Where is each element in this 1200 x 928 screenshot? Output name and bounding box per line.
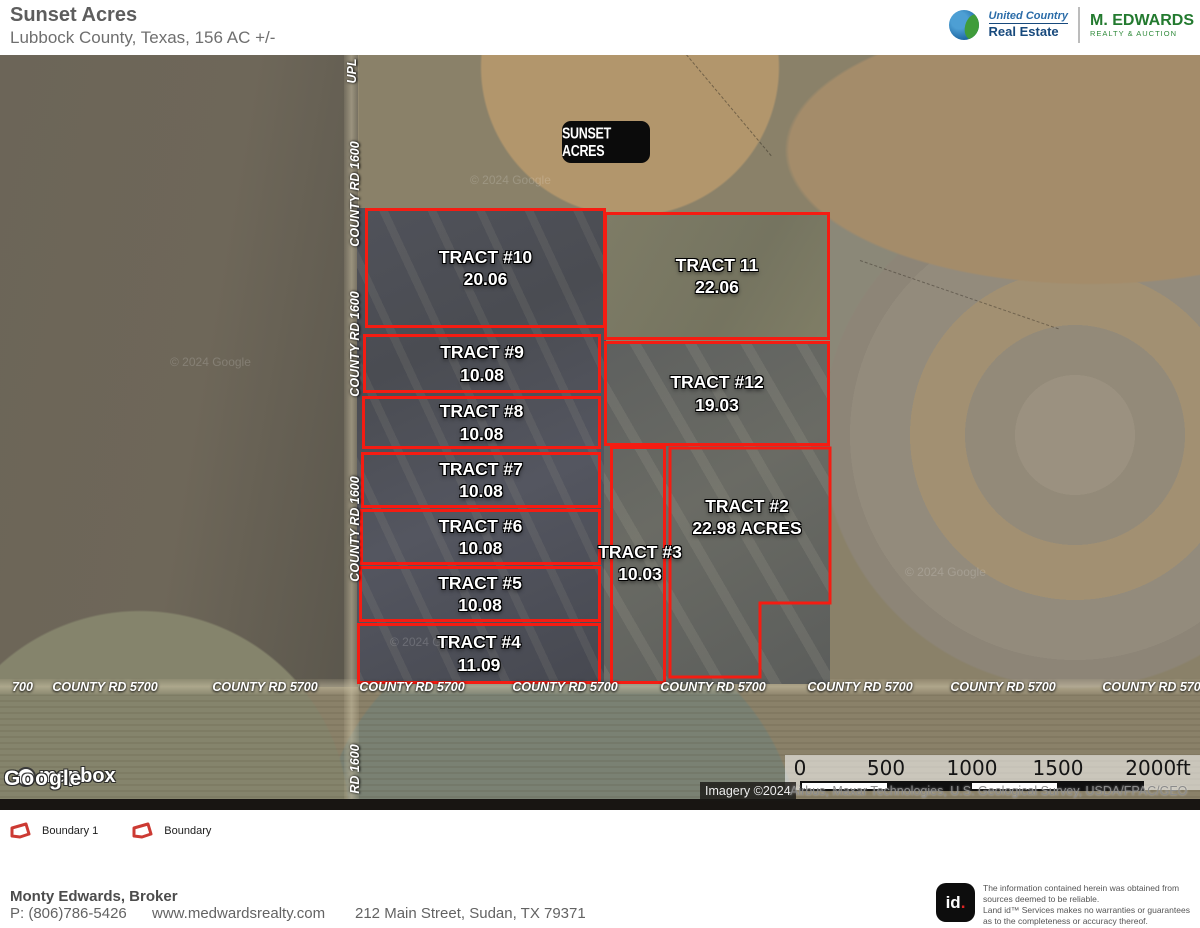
road-label-cr5700: COUNTY RD 5700: [1100, 680, 1200, 694]
legend-label: Boundary: [164, 825, 211, 837]
page-title: Sunset Acres: [10, 4, 137, 27]
footer: Monty Edwards, Broker P: (806)786-5426 w…: [0, 852, 1200, 928]
legend-label: Boundary 1: [42, 825, 98, 837]
road-label-cr5700: COUNTY RD 5700: [658, 680, 768, 694]
landid-logo-text: id: [946, 893, 961, 913]
page-subtitle: Lubbock County, Texas, 156 AC +/-: [10, 28, 275, 48]
road-label-cr5700: COUNTY RD 5700: [510, 680, 620, 694]
broker-name: Monty Edwards, Broker: [10, 888, 178, 905]
road-label-cr5700-partial: 700: [0, 680, 45, 694]
landid-logo-dot: .: [961, 893, 966, 913]
tract-3-label: TRACT #310.03: [570, 541, 710, 586]
landid-block: id. The information contained herein was…: [936, 883, 1190, 927]
imagery-attribution-sources: Airbus, Maxar Technologies, U.S. Geologi…: [790, 782, 1187, 801]
flyer-page: Sunset Acres Lubbock County, Texas, 156 …: [0, 0, 1200, 928]
broker-phone: P: (806)786-5426: [10, 905, 127, 922]
medwards-logo: M. EDWARDS REALTY & AUCTION: [1090, 12, 1194, 38]
landid-logo: id.: [936, 883, 975, 922]
road-label-cr1600: COUNTY RD 1600: [348, 139, 362, 249]
disclaimer-text: The information contained herein was obt…: [983, 883, 1190, 927]
property-name-badge: SUNSET ACRES: [562, 121, 650, 163]
scale-tick-500: 500: [867, 756, 905, 780]
road-label-cr1600: COUNTY RD 1600: [348, 289, 362, 399]
google-logo[interactable]: Google: [4, 767, 82, 791]
road-label-cr1600-partial: RD 1600: [348, 739, 362, 799]
scale-tick-0: 0: [794, 756, 807, 780]
brand-logos: United Country Real Estate M. EDWARDS RE…: [949, 7, 1194, 43]
imagery-attribution-prefix: Imagery ©2024: [700, 782, 796, 801]
logo-divider: [1078, 7, 1080, 43]
united-country-globe-icon: [949, 10, 979, 40]
united-country-realestate: Real Estate: [989, 23, 1068, 39]
boundary-polygon-icon: [8, 821, 32, 841]
header: Sunset Acres Lubbock County, Texas, 156 …: [0, 0, 1200, 55]
road-label-cr5700: COUNTY RD 5700: [210, 680, 320, 694]
scale-tick-1000: 1000: [947, 756, 998, 780]
united-country-logo: United Country Real Estate: [989, 11, 1068, 39]
scale-tick-1500: 1500: [1033, 756, 1084, 780]
road-label-upland: UPL: [345, 55, 359, 93]
medwards-subtitle: REALTY & AUCTION: [1090, 30, 1194, 38]
united-country-name: United Country: [989, 11, 1068, 23]
medwards-name: M. EDWARDS: [1090, 12, 1194, 30]
legend-item-boundary: Boundary: [130, 821, 211, 841]
broker-website: www.medwardsrealty.com: [152, 905, 325, 922]
map-canvas[interactable]: © 2024 Google © 2024 Google © 2024 Googl…: [0, 55, 1200, 810]
road-label-cr5700: COUNTY RD 5700: [805, 680, 915, 694]
property-name-text: SUNSET ACRES: [562, 125, 650, 160]
road-label-cr1600: COUNTY RD 1600: [348, 474, 362, 584]
road-label-cr5700: COUNTY RD 5700: [50, 680, 160, 694]
road-label-cr5700: COUNTY RD 5700: [357, 680, 467, 694]
boundary-polygon-icon: [130, 821, 154, 841]
road-label-cr5700: COUNTY RD 5700: [948, 680, 1058, 694]
broker-address: 212 Main Street, Sudan, TX 79371: [355, 905, 586, 922]
tract-2-boundary: [0, 55, 1200, 810]
legend-item-boundary1: Boundary 1: [8, 821, 98, 841]
scale-tick-2000ft: 2000ft: [1125, 756, 1190, 780]
tract-2-label: TRACT #222.98 ACRES: [652, 495, 842, 540]
legend: Boundary 1 Boundary: [0, 810, 1200, 852]
